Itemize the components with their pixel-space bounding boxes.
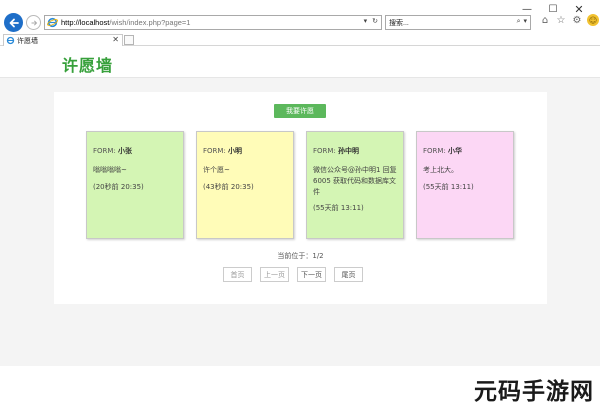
- tab-wish-wall[interactable]: 许愿墙 ✕: [3, 34, 123, 46]
- minimize-button[interactable]: —: [514, 2, 540, 16]
- watermark: 元码手游网: [474, 379, 594, 405]
- tab-close-icon[interactable]: ✕: [112, 35, 119, 44]
- note-time: (55天前 13:11): [423, 182, 474, 191]
- home-icon[interactable]: ⌂: [539, 14, 551, 26]
- note-content: 考上北大。: [423, 165, 458, 174]
- note-time: (20秒前 20:35): [93, 182, 144, 191]
- note-author: FORM: 小华: [423, 147, 463, 155]
- wish-note-2: FORM: 小明 许个愿~ (43秒前 20:35): [196, 131, 294, 239]
- site-header: 许愿墙: [0, 46, 600, 78]
- search-dropdown-icon[interactable]: ▾: [523, 17, 527, 26]
- browser-chrome: — ☐ ✕ http://localhost/wish/index.php?pa…: [0, 0, 600, 46]
- site-title: 许愿墙: [62, 56, 114, 75]
- pagination-info: 当前位于：1/2: [277, 252, 324, 260]
- note-content: 嗡嗡嗡嗡~: [93, 165, 127, 174]
- make-wish-button[interactable]: 我要许愿: [274, 104, 326, 118]
- note-content: 微信公众号@孙中明1 回复6005 获取代码和数据库文件: [313, 165, 397, 196]
- last-page-button[interactable]: 尾页: [334, 267, 363, 282]
- forward-button[interactable]: [26, 15, 41, 30]
- favorites-star-icon[interactable]: ☆: [555, 14, 567, 26]
- next-page-button[interactable]: 下一页: [297, 267, 326, 282]
- search-placeholder: 搜索...: [389, 19, 409, 27]
- note-content: 许个愿~: [203, 165, 230, 174]
- prev-page-button[interactable]: 上一页: [260, 267, 289, 282]
- arrow-left-icon: [9, 18, 19, 27]
- note-author: FORM: 小明: [203, 147, 243, 155]
- page-body: 许愿墙 我要许愿 FORM: 小张 嗡嗡嗡嗡~ (20秒前 20:35) FOR…: [0, 46, 600, 366]
- ie-tab-icon: [6, 36, 15, 45]
- pagination: 首页 上一页 下一页 尾页: [223, 267, 363, 282]
- gear-icon[interactable]: ⚙: [571, 14, 583, 26]
- wish-note-3: FORM: 孙中明 微信公众号@孙中明1 回复6005 获取代码和数据库文件 (…: [306, 131, 404, 239]
- note-author: FORM: 小张: [93, 147, 133, 155]
- refresh-icon[interactable]: ↻: [372, 17, 378, 25]
- note-author: FORM: 孙中明: [313, 147, 360, 155]
- search-icon[interactable]: ⌕: [517, 17, 521, 26]
- search-box[interactable]: 搜索... ⌕ ▾: [385, 15, 531, 30]
- first-page-button[interactable]: 首页: [223, 267, 252, 282]
- ie-logo-icon: [47, 17, 58, 28]
- tab-bar: 许愿墙 ✕: [0, 33, 600, 46]
- wish-note-1: FORM: 小张 嗡嗡嗡嗡~ (20秒前 20:35): [86, 131, 184, 239]
- smiley-feedback-icon[interactable]: ☺: [587, 14, 599, 26]
- address-dropdown-icon[interactable]: ▾: [364, 17, 368, 25]
- new-tab-button[interactable]: [124, 35, 134, 45]
- tab-title: 许愿墙: [17, 36, 38, 45]
- url-text: http://localhost/wish/index.php?page=1: [61, 18, 191, 27]
- back-button[interactable]: [4, 13, 23, 32]
- wish-note-4: FORM: 小华 考上北大。 (55天前 13:11): [416, 131, 514, 239]
- note-time: (55天前 13:11): [313, 204, 364, 213]
- address-bar[interactable]: http://localhost/wish/index.php?page=1 ▾…: [44, 15, 382, 30]
- wish-panel: 我要许愿 FORM: 小张 嗡嗡嗡嗡~ (20秒前 20:35) FORM: 小…: [54, 92, 547, 304]
- arrow-right-icon: [31, 19, 37, 26]
- note-time: (43秒前 20:35): [203, 182, 254, 191]
